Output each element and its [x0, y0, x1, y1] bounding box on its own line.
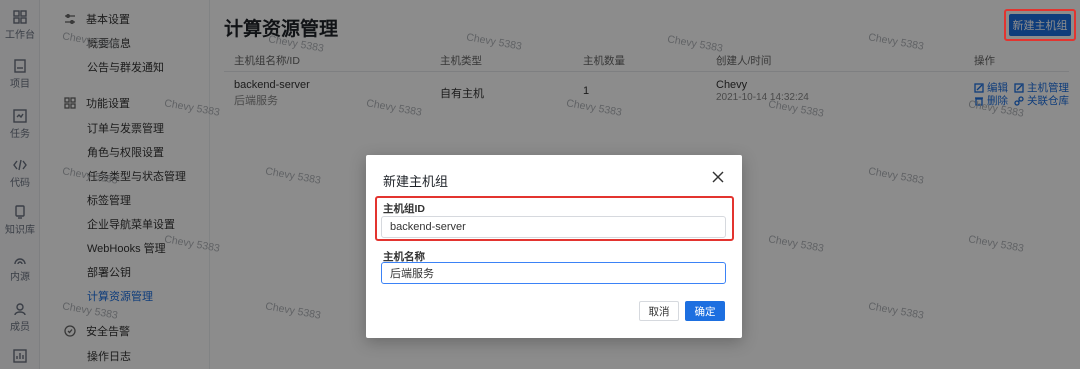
host-name-input[interactable]: [381, 262, 726, 284]
new-button-highlight: [1004, 9, 1076, 41]
dialog-title: 新建主机组: [383, 174, 449, 189]
cancel-button[interactable]: 取消: [639, 301, 679, 321]
confirm-button[interactable]: 确定: [685, 301, 725, 321]
close-icon[interactable]: [710, 169, 726, 185]
host-group-id-input[interactable]: [381, 216, 726, 238]
new-host-group-dialog: 新建主机组 主机组ID 主机名称 取消 确定: [366, 155, 742, 338]
host-group-id-label: 主机组ID: [383, 203, 425, 215]
